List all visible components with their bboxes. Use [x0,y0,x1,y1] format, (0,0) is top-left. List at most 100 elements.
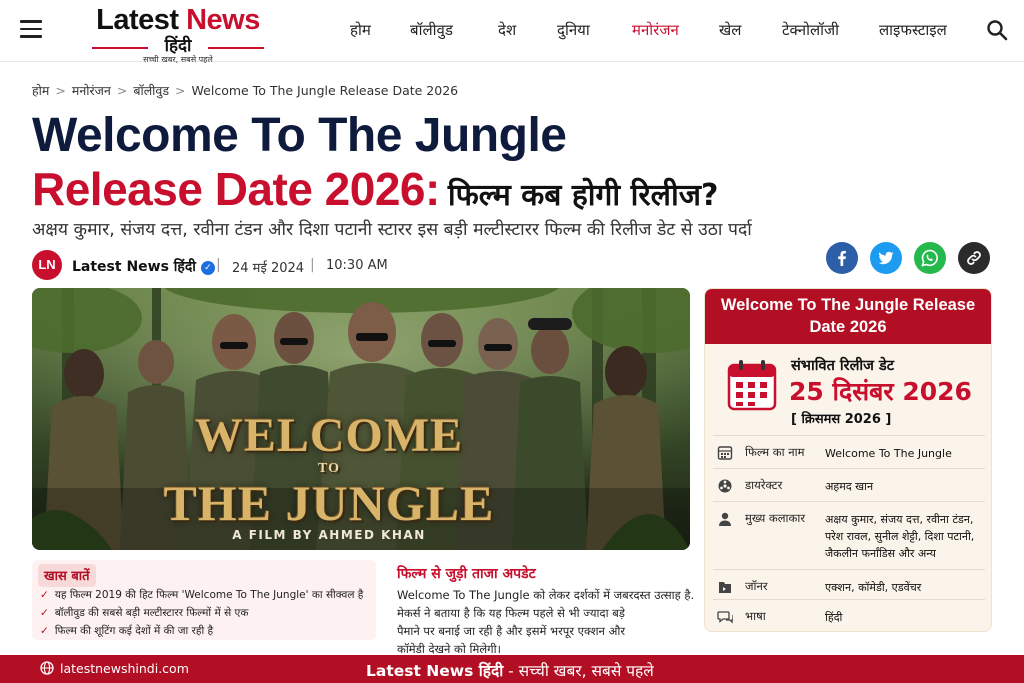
director-icon [718,479,732,493]
article-title-red: Release Date 2026: [32,163,440,215]
nav-lifestyle[interactable]: लाइफस्टाइल [879,20,947,40]
release-note: [ क्रिसमस 2026 ] [791,412,892,427]
info-row-genre: जॉनर एक्शन, कॉमेडी, एडवेंचर [713,569,985,599]
logo-hindi-row: हिंदी [90,36,266,56]
info-row-film: फिल्म का नाम Welcome To The Jungle [713,435,985,468]
update-text-line: पैमाने पर बनाई जा रही है और इसमें भरपूर … [397,624,626,638]
breadcrumb-separator: > [116,83,128,98]
meta-separator: | [310,257,315,273]
whatsapp-share-button[interactable] [914,242,946,274]
nav-technology[interactable]: टेक्नोलॉजी [782,20,839,40]
highlights-heading: खास बातें [38,564,96,587]
site-logo[interactable]: Latest News हिंदी सच्ची खबर, सबसे पहले [90,4,266,64]
twitter-share-button[interactable] [870,242,902,274]
info-row-cast: मुख्य कलाकार अक्षय कुमार, संजय दत्त, रवी… [713,501,985,569]
update-heading: फिल्म से जुड़ी ताजा अपडेट [397,566,536,582]
nav-bollywood[interactable]: बॉलीवुड [410,20,453,40]
footer-site-link[interactable]: latestnewshindi.com [40,661,189,676]
globe-icon [40,661,54,675]
film-icon [717,446,733,460]
check-icon: ✓ [40,607,49,619]
logo-wordmark: Latest News [90,4,266,36]
footer-site-text: latestnewshindi.com [60,661,189,676]
check-icon: ✓ [40,589,49,601]
logo-divider-left [92,47,148,49]
link-icon [967,251,981,265]
verified-icon: ✓ [200,261,215,275]
article-title-line1: Welcome To The Jungle [32,109,567,162]
info-value: अक्षय कुमार, संजय दत्त, रवीना टंडन, परेश… [825,513,975,560]
nav-khel[interactable]: खेल [719,20,741,40]
highlight-text: फिल्म की शूटिंग कई देशों में की जा रही ह… [54,625,214,637]
highlight-item: ✓ फिल्म की शूटिंग कई देशों में की जा रही … [40,624,213,638]
poster-title-jungle: THE JUNGLE [163,475,495,531]
twitter-icon [878,251,894,265]
menu-icon[interactable] [20,20,42,38]
breadcrumb-separator: > [175,83,186,98]
language-icon [717,611,733,624]
release-date: 25 दिसंबर 2026 [789,377,972,406]
info-value: Welcome To The Jungle [825,447,952,460]
info-key: मुख्य कलाकार [745,511,806,525]
article-title-line2: Release Date 2026: फिल्म कब होगी रिलीज? [32,162,718,216]
nav-desh[interactable]: देश [498,20,516,40]
article-title-hindi: फिल्म कब होगी रिलीज? [447,178,719,213]
copy-link-button[interactable] [958,242,990,274]
check-icon: ✓ [40,625,49,637]
info-value: एक्शन, कॉमेडी, एडवेंचर [825,581,922,594]
update-text-line: Welcome To The Jungle को लेकर दर्शकों मे… [397,588,695,602]
calendar-icon [727,359,777,411]
facebook-share-button[interactable] [826,242,858,274]
info-value: अहमद खान [825,480,874,493]
nav-duniya[interactable]: दुनिया [557,20,590,40]
breadcrumb-bollywood[interactable]: बॉलीवुड [133,83,169,98]
info-row-director: डायरेक्टर अहमद खान [713,468,985,501]
breadcrumb-current: Welcome To The Jungle Release Date 2026 [191,83,459,98]
article-meta: LN Latest News हिंदी ✓ | 24 मई 2024 | 10:… [32,250,432,282]
footer-tagline: - सच्ची खबर, सबसे पहले [503,662,654,680]
nav-home[interactable]: होम [350,20,371,40]
release-info-card: Welcome To The Jungle Release Date 2026 … [704,288,992,632]
info-row-language: भाषा हिंदी [713,599,985,631]
info-key: डायरेक्टर [745,478,783,492]
meta-separator: | [216,257,221,273]
info-value: हिंदी [825,611,843,624]
highlight-item: ✓ बॉलीवुड की सबसे बड़ी मल्टीस्टारर फिल्मो… [40,606,248,620]
update-text-line: मेकर्स ने बताया है कि यह फिल्म पहले से भ… [397,606,625,620]
poster-title-welcome: WELCOME [194,409,464,462]
info-key: फिल्म का नाम [745,445,805,459]
site-footer: latestnewshindi.com Latest News हिंदी - … [0,655,1024,683]
whatsapp-icon [921,249,938,267]
footer-brand-name: Latest News हिंदी [366,662,504,680]
release-label: संभावित रिलीज डेट [791,358,895,374]
logo-tagline: सच्ची खबर, सबसे पहले [143,55,213,64]
breadcrumb-separator: > [55,83,66,98]
logo-latest: Latest [96,4,179,36]
highlights-box: खास बातें ✓ यह फिल्म 2019 की हिट फिल्म 'W… [32,560,376,640]
highlight-item: ✓ यह फिल्म 2019 की हिट फिल्म 'Welcome To … [40,588,363,602]
footer-brand: Latest News हिंदी - सच्ची खबर, सबसे पहले [366,659,654,681]
highlight-text: यह फिल्म 2019 की हिट फिल्म 'Welcome To T… [54,589,364,601]
breadcrumb-home[interactable]: होम [32,83,49,98]
info-key: जॉनर [745,579,768,593]
author-avatar[interactable]: LN [32,250,62,280]
breadcrumb: होम > मनोरंजन > बॉलीवुड > Welcome To The Jungl… [32,82,458,99]
facebook-icon [838,250,846,266]
logo-divider-right [208,47,264,49]
author-name[interactable]: Latest News हिंदी ✓ [72,257,215,276]
info-key: भाषा [745,609,766,623]
cast-icon [719,512,731,526]
logo-news: News [186,4,260,36]
genre-icon [719,582,731,593]
breadcrumb-manoranjan[interactable]: मनोरंजन [72,83,111,98]
search-icon[interactable] [986,19,1008,41]
site-header: Latest News हिंदी सच्ची खबर, सबसे पहले ह… [0,0,1024,64]
article-subtitle: अक्षय कुमार, संजय दत्त, रवीना टंडन और दि… [32,220,752,240]
publish-time: 10:30 AM [326,258,388,273]
card-heading: Welcome To The Jungle Release Date 2026 [705,289,991,344]
nav-manoranjan[interactable]: मनोरंजन [632,20,679,40]
author-label: Latest News हिंदी [72,259,196,275]
highlight-text: बॉलीवुड की सबसे बड़ी मल्टीस्टारर फिल्मों… [54,607,249,619]
logo-hindi: हिंदी [164,36,192,56]
publish-date: 24 मई 2024 [232,261,305,276]
